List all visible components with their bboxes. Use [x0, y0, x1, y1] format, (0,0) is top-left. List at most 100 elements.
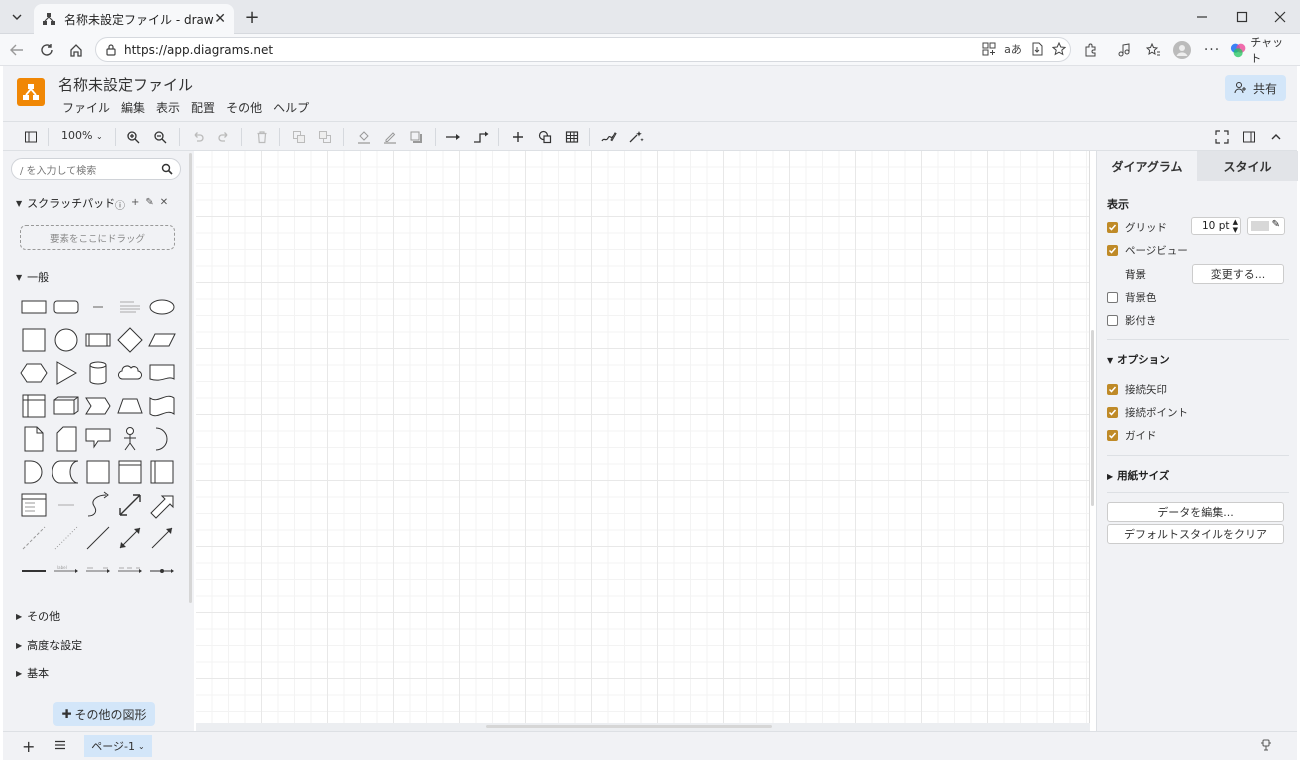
fullscreen-icon[interactable] [1213, 128, 1231, 146]
share-button[interactable]: 共有 [1225, 75, 1286, 101]
bidirectional-arrow-shape-icon[interactable] [116, 491, 144, 519]
section-misc[interactable]: ▶ その他 [16, 608, 60, 624]
tab-list-button[interactable] [6, 7, 28, 27]
zoom-dropdown[interactable]: 100% ⌄ [61, 129, 103, 142]
minimize-icon[interactable] [1192, 7, 1212, 27]
delete-icon[interactable] [253, 128, 271, 146]
card-shape-icon[interactable] [52, 425, 80, 453]
curve-shape-icon[interactable] [84, 491, 112, 519]
menu-file[interactable]: ファイル [62, 99, 110, 116]
connector-symbol-icon[interactable] [148, 557, 176, 585]
menu-edit[interactable]: 編集 [121, 99, 145, 116]
cloud-shape-icon[interactable] [116, 359, 144, 387]
translate-icon[interactable]: aあ [1004, 40, 1022, 58]
add-icon[interactable]: + [131, 197, 139, 212]
list-item-shape-icon[interactable] [52, 491, 80, 519]
fill-color-icon[interactable] [355, 128, 373, 146]
bug-report-icon[interactable] [1259, 738, 1273, 752]
bidirectional-connector-icon[interactable] [116, 524, 144, 552]
shadow-checkbox[interactable] [1107, 315, 1118, 326]
favorites-icon[interactable] [1143, 40, 1163, 60]
copilot-chat-button[interactable]: チャット [1230, 36, 1290, 65]
eyedropper-icon[interactable]: ✎ [1272, 219, 1280, 230]
more-options-icon[interactable]: ··· [1202, 40, 1222, 60]
rectangle-shape-icon[interactable] [20, 293, 48, 321]
add-page-icon[interactable]: + [22, 737, 35, 756]
insert-plus-icon[interactable] [509, 128, 527, 146]
maximize-icon[interactable] [1232, 7, 1252, 27]
page-view-checkbox-row[interactable]: ページビュー [1107, 243, 1188, 258]
waypoints-icon[interactable] [472, 128, 490, 146]
data-storage-shape-icon[interactable] [52, 458, 80, 486]
parallelogram-shape-icon[interactable] [148, 326, 176, 354]
collapse-chevron-up-icon[interactable] [1267, 128, 1285, 146]
link-thick-icon[interactable] [20, 557, 48, 585]
cylinder-shape-icon[interactable] [84, 359, 112, 387]
general-header[interactable]: ▼ 一般 [16, 269, 49, 285]
vertical-scrollbar[interactable] [1091, 330, 1094, 506]
horizontal-scrollbar[interactable] [486, 725, 772, 728]
sidebar-toggle-icon[interactable] [22, 128, 40, 146]
browser-tab[interactable]: 名称未設定ファイル - draw.io ✕ [34, 4, 234, 34]
music-icon[interactable] [1114, 40, 1134, 60]
redo-icon[interactable] [215, 128, 233, 146]
connector-multi-label-icon[interactable] [116, 557, 144, 585]
section-advanced[interactable]: ▶ 高度な設定 [16, 637, 82, 653]
tape-shape-icon[interactable] [148, 392, 176, 420]
dotted-line-shape-icon[interactable] [52, 524, 80, 552]
step-shape-icon[interactable] [84, 392, 112, 420]
cube-shape-icon[interactable] [52, 392, 80, 420]
undo-icon[interactable] [189, 128, 207, 146]
edit-pencil-icon[interactable]: ✎ [145, 197, 153, 212]
list-shape-icon[interactable] [20, 491, 48, 519]
app-available-icon[interactable] [980, 40, 998, 58]
internal-storage-shape-icon[interactable] [20, 392, 48, 420]
menu-extras[interactable]: その他 [226, 99, 262, 116]
frame-shape-icon[interactable] [116, 458, 144, 486]
edit-data-button[interactable]: データを編集... [1107, 502, 1284, 522]
table-icon[interactable] [563, 128, 581, 146]
note-shape-icon[interactable] [20, 425, 48, 453]
menu-help[interactable]: ヘルプ [273, 99, 309, 116]
background-color-checkbox[interactable] [1107, 292, 1118, 303]
zoom-out-icon[interactable] [151, 128, 169, 146]
grid-color-picker[interactable]: ✎ [1247, 217, 1285, 235]
options-section-header[interactable]: ▼ オプション [1107, 352, 1170, 367]
or-shape-icon[interactable] [148, 425, 176, 453]
profile-avatar-icon[interactable] [1172, 40, 1192, 60]
guides-checkbox[interactable] [1107, 430, 1118, 441]
connector-labels-icon[interactable] [84, 557, 112, 585]
document-shape-icon[interactable] [148, 359, 176, 387]
more-shapes-button[interactable]: ✚ その他の図形 [53, 702, 155, 726]
menu-view[interactable]: 表示 [156, 99, 180, 116]
section-basic[interactable]: ▶ 基本 [16, 665, 49, 681]
shadow-checkbox-row[interactable]: 影付き [1107, 313, 1157, 328]
arrow-shape-icon[interactable] [148, 491, 176, 519]
shape-search-input[interactable]: / を入力して検索 [11, 158, 181, 180]
refresh-icon[interactable] [37, 40, 57, 60]
sidebar-scrollbar[interactable] [189, 153, 192, 603]
actor-shape-icon[interactable] [116, 425, 144, 453]
text-shape-icon[interactable] [84, 293, 112, 321]
freehand-icon[interactable] [600, 128, 618, 146]
rounded-rectangle-shape-icon[interactable] [52, 293, 80, 321]
square-shape-icon[interactable] [20, 326, 48, 354]
ellipse-shape-icon[interactable] [148, 293, 176, 321]
document-title[interactable]: 名称未設定ファイル [58, 74, 193, 95]
pages-menu-icon[interactable] [53, 738, 67, 752]
hexagon-shape-icon[interactable] [20, 359, 48, 387]
close-icon[interactable]: ✕ [160, 197, 168, 212]
extensions-icon[interactable] [1080, 40, 1100, 60]
close-tab-icon[interactable]: ✕ [214, 11, 226, 27]
circle-shape-icon[interactable] [52, 326, 80, 354]
shapes-icon[interactable] [536, 128, 554, 146]
to-back-icon[interactable] [316, 128, 334, 146]
ai-generate-icon[interactable] [627, 128, 645, 146]
home-icon[interactable] [66, 40, 86, 60]
callout-shape-icon[interactable] [84, 425, 112, 453]
clear-default-style-button[interactable]: デフォルトスタイルをクリア [1107, 524, 1284, 544]
to-front-icon[interactable] [290, 128, 308, 146]
swimlane-shape-icon[interactable] [148, 458, 176, 486]
diamond-shape-icon[interactable] [116, 326, 144, 354]
connection-arrows-checkbox-row[interactable]: 接続矢印 [1107, 382, 1167, 397]
